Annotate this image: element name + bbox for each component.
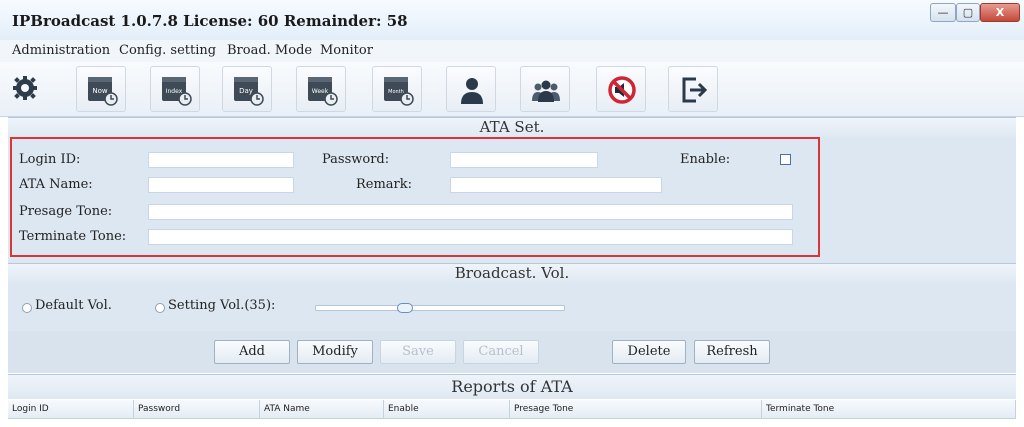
default-vol-radio[interactable] [22, 303, 32, 313]
column-enable[interactable]: Enable [384, 400, 510, 418]
schedule-month-button[interactable]: Month [372, 66, 422, 112]
ata-name-input[interactable] [148, 177, 294, 193]
presage-tone-label: Presage Tone: [19, 204, 113, 219]
schedule-day-button[interactable]: Day [222, 66, 272, 112]
calendar-now-label: Now [92, 87, 108, 95]
mute-icon [608, 76, 636, 104]
menu-bar: Administration Config. setting Broad. Mo… [0, 40, 1024, 62]
enable-label: Enable: [680, 152, 731, 167]
column-terminate-tone[interactable]: Terminate Tone [762, 400, 1016, 418]
user-button[interactable] [446, 66, 496, 112]
menu-broad-mode[interactable]: Broad. Mode [227, 43, 312, 58]
calendar-index-label: Index [166, 88, 183, 95]
users-group-button[interactable] [520, 66, 570, 112]
toolbar: Now Index Day Week Month [0, 62, 1024, 117]
schedule-index-button[interactable]: Index [150, 66, 200, 112]
calendar-week-label: Week [312, 88, 329, 95]
ata-name-label: ATA Name: [19, 177, 93, 192]
terminate-tone-label: Terminate Tone: [19, 229, 127, 244]
user-icon [461, 78, 483, 104]
password-input[interactable] [450, 152, 598, 168]
title-bar: IPBroadcast 1.0.7.8 License: 60 Remainde… [0, 0, 1024, 40]
mute-button[interactable] [596, 66, 646, 112]
reports-header: Reports of ATA [8, 374, 1016, 399]
add-button[interactable]: Add [214, 340, 290, 364]
default-vol-label: Default Vol. [35, 298, 112, 313]
close-button[interactable]: X [980, 3, 1020, 22]
modify-button[interactable]: Modify [297, 340, 373, 364]
schedule-week-button[interactable]: Week [296, 66, 346, 112]
setting-vol-label: Setting Vol.(35): [168, 298, 276, 313]
maximize-button[interactable]: ▢ [956, 3, 980, 22]
calendar-month-label: Month [388, 89, 404, 95]
presage-tone-input[interactable] [148, 204, 793, 220]
calendar-index-icon: Index [162, 77, 192, 106]
terminate-tone-input[interactable] [148, 229, 793, 245]
column-login-id[interactable]: Login ID [8, 400, 134, 418]
exit-button[interactable] [668, 66, 718, 112]
broadcast-vol-header: Broadcast. Vol. [8, 263, 1016, 284]
enable-checkbox[interactable] [780, 154, 791, 165]
volume-slider-thumb[interactable] [396, 303, 413, 313]
setting-vol-radio[interactable] [155, 303, 165, 313]
calendar-day-icon: Day [234, 77, 264, 106]
refresh-button[interactable]: Refresh [694, 340, 770, 364]
delete-button[interactable]: Delete [612, 340, 686, 364]
menu-config-setting[interactable]: Config. setting [119, 43, 216, 58]
calendar-now-icon: Now [88, 77, 118, 106]
users-group-icon [532, 80, 560, 102]
settings-tool-button[interactable] [8, 66, 42, 112]
remark-input[interactable] [450, 177, 662, 193]
column-ata-name[interactable]: ATA Name [260, 400, 384, 418]
login-id-label: Login ID: [19, 152, 81, 167]
column-password[interactable]: Password [134, 400, 260, 418]
schedule-now-button[interactable]: Now [76, 66, 126, 112]
remark-label: Remark: [356, 177, 413, 192]
exit-icon [682, 77, 708, 103]
calendar-day-label: Day [239, 87, 253, 95]
menu-administration[interactable]: Administration [12, 43, 110, 58]
menu-monitor[interactable]: Monitor [320, 43, 373, 58]
gear-icon [13, 76, 37, 100]
minimize-button[interactable]: — [930, 3, 956, 22]
calendar-month-icon: Month [384, 77, 414, 106]
window-title: IPBroadcast 1.0.7.8 License: 60 Remainde… [12, 12, 408, 30]
ata-set-header: ATA Set. [8, 117, 1016, 138]
reports-table-header: Login ID Password ATA Name Enable Presag… [8, 400, 1016, 419]
cancel-button[interactable]: Cancel [463, 340, 539, 364]
login-id-input[interactable] [148, 152, 294, 168]
volume-slider-track[interactable] [315, 305, 565, 311]
column-presage-tone[interactable]: Presage Tone [510, 400, 762, 418]
save-button[interactable]: Save [380, 340, 456, 364]
calendar-week-icon: Week [308, 77, 338, 106]
password-label: Password: [322, 152, 390, 167]
